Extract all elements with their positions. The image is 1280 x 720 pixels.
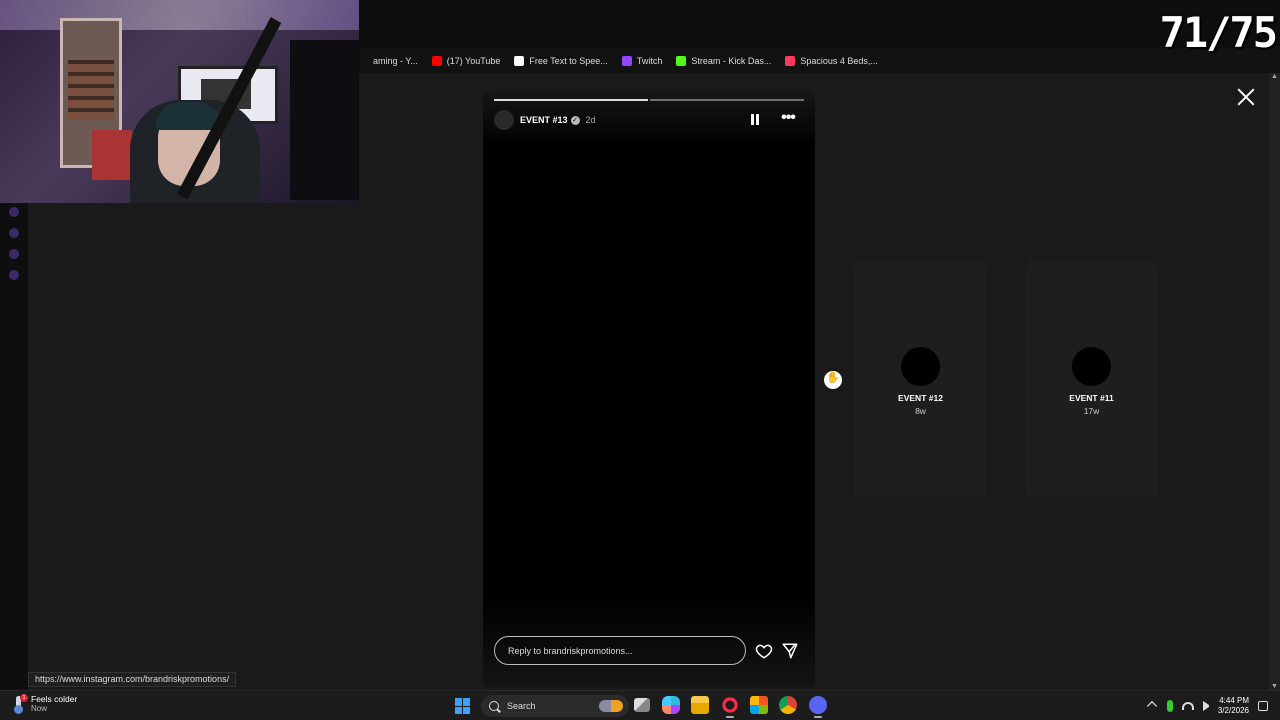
share-button[interactable]	[781, 642, 799, 660]
bookmark-twitch[interactable]: Twitch	[621, 55, 663, 66]
clock-time: 4:44 PM	[1219, 696, 1249, 705]
task-view-icon[interactable]	[634, 698, 650, 712]
system-tray: 4:44 PM 3/2/2026	[1146, 691, 1268, 720]
story-header: EVENT #13 ✓ 2d •••	[494, 110, 804, 130]
sidebar-icon[interactable]	[9, 207, 19, 217]
pause-button[interactable]	[750, 113, 760, 126]
bookmark-gaming[interactable]: aming - Y...	[358, 55, 418, 66]
bookmark-label: Spacious 4 Beds,...	[800, 55, 878, 66]
send-icon	[782, 643, 798, 659]
search-label: Search	[507, 701, 536, 711]
progress-segment	[650, 99, 804, 101]
microphone-icon[interactable]	[1166, 700, 1173, 712]
chrome-icon[interactable]	[779, 696, 797, 714]
story-card[interactable]: EVENT #13 ✓ 2d ••• Reply to brandriskpro…	[483, 92, 815, 687]
close-viewer-button[interactable]	[1233, 84, 1259, 110]
progress-segment	[494, 99, 648, 101]
preview-age: 8w	[915, 406, 926, 416]
copilot-icon[interactable]	[662, 696, 680, 714]
sidebar-icon[interactable]	[9, 270, 19, 280]
more-options-button[interactable]: •••	[776, 110, 800, 130]
taskbar-search[interactable]: Search	[481, 695, 629, 717]
led-lights	[0, 0, 359, 30]
bookmark-label: aming - Y...	[373, 55, 418, 66]
webcam-shelf	[68, 60, 114, 120]
chevron-up-icon[interactable]	[1146, 700, 1157, 712]
search-icon	[489, 701, 499, 711]
next-story-button[interactable]	[824, 371, 842, 389]
webcam-overlay	[0, 0, 359, 203]
windows-logo-pane	[463, 706, 470, 714]
opera-gx-icon[interactable]	[721, 696, 739, 718]
twitch-icon	[621, 55, 632, 66]
page-scrollbar[interactable]	[1269, 73, 1280, 690]
search-highlight-icon	[599, 700, 623, 712]
verified-icon: ✓	[570, 115, 580, 125]
bookmark-label: Stream - Kick Das...	[691, 55, 772, 66]
preview-age: 17w	[1083, 406, 1100, 416]
microsoft-store-icon[interactable]	[750, 696, 768, 714]
notification-badge: 1	[20, 693, 28, 702]
notification-icon[interactable]	[1258, 701, 1268, 711]
bookmark-airbnb[interactable]: Spacious 4 Beds,...	[785, 55, 878, 66]
bookmark-youtube[interactable]: (17) YouTube	[431, 55, 501, 66]
story-progress	[494, 99, 804, 101]
file-explorer-icon[interactable]	[691, 696, 709, 714]
story-preview-event-11[interactable]: EVENT #11 17w	[1025, 262, 1158, 497]
preview-name: EVENT #12	[898, 393, 943, 403]
weather-title: Feels colder	[31, 694, 78, 704]
webcam-dresser	[92, 130, 132, 180]
sidebar-icon[interactable]	[9, 249, 19, 259]
kick-icon	[676, 55, 687, 66]
clock-date: 3/2/2026	[1217, 706, 1249, 715]
wifi-icon[interactable]	[1181, 702, 1194, 710]
preview-name: EVENT #11	[1069, 393, 1114, 403]
link-status-url: https://www.instagram.com/brandriskpromo…	[28, 672, 237, 687]
bookmark-label: (17) YouTube	[446, 55, 501, 66]
youtube-icon	[431, 55, 442, 66]
windows-logo-pane	[455, 706, 462, 714]
weather-subtitle: Now	[31, 704, 48, 713]
weather-widget[interactable]: 1 Feels colder Now	[12, 693, 78, 714]
browser-sidebar	[0, 203, 28, 690]
progress-counter: 71/75	[1159, 8, 1278, 57]
bookmark-tts[interactable]: Free Text to Spee...	[514, 55, 608, 66]
bookmark-label: Free Text to Spee...	[529, 55, 608, 66]
bookmark-label: Twitch	[636, 55, 663, 66]
clock[interactable]: 4:44 PM 3/2/2026	[1218, 696, 1249, 716]
story-preview-event-12[interactable]: EVENT #12 8w	[854, 262, 987, 497]
like-button[interactable]	[755, 642, 773, 660]
sidebar-icon[interactable]	[9, 228, 19, 238]
reply-input[interactable]: Reply to brandriskpromotions...	[494, 636, 746, 665]
windows-logo-pane	[463, 698, 470, 706]
bookmark-icon	[358, 55, 368, 66]
discord-icon[interactable]	[809, 696, 827, 718]
avatar	[1072, 347, 1111, 386]
avatar[interactable]	[494, 110, 514, 130]
volume-icon[interactable]	[1202, 701, 1209, 711]
avatar	[901, 347, 940, 386]
bookmark-kick[interactable]: Stream - Kick Das...	[676, 55, 772, 66]
story-username[interactable]: EVENT #13	[520, 115, 568, 125]
webcam-chair	[290, 40, 359, 200]
tts-icon	[514, 55, 525, 66]
airbnb-icon	[785, 55, 796, 66]
thermometer-icon: 1	[12, 693, 28, 714]
story-age: 2d	[585, 115, 596, 125]
heart-icon	[755, 644, 773, 659]
start-button[interactable]	[455, 698, 471, 714]
windows-logo-pane	[455, 698, 462, 706]
taskbar: 1 Feels colder Now Search 4:44 PM 3/2/20…	[0, 690, 1280, 720]
